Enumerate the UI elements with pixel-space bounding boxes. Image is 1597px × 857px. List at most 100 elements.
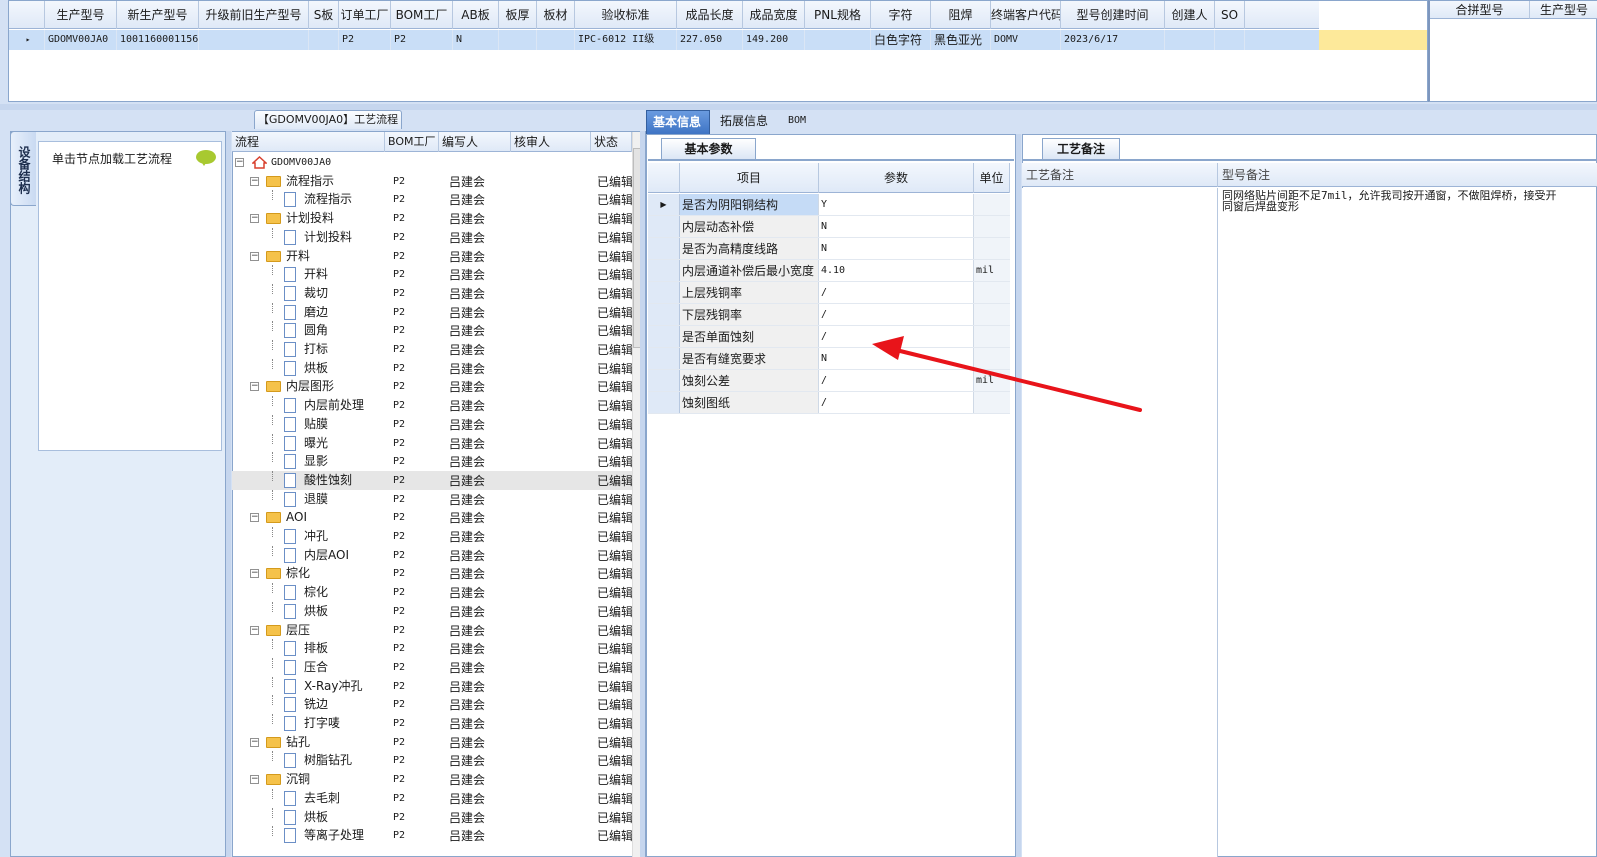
process-remarks-cell[interactable]	[1022, 188, 1218, 857]
flow-tree-node[interactable]: − 沉铜	[232, 770, 385, 789]
top-cell-0[interactable]: ▸	[9, 30, 45, 50]
top-cell-2[interactable]: 10011600011565	[117, 30, 199, 50]
param-value-cell[interactable]: N	[819, 348, 974, 369]
flow-tree-node[interactable]: 圆角	[232, 321, 385, 340]
col-header-model-remarks[interactable]: 型号备注	[1218, 163, 1597, 187]
flow-tree-row[interactable]: 去毛刺 P2 吕建会 已编辑	[232, 788, 632, 808]
flow-tree-row[interactable]: 退膜 P2 吕建会 已编辑	[232, 489, 632, 509]
param-row[interactable]: 下层残铜率 /	[648, 304, 1010, 326]
top-col-header-12[interactable]: 成品宽度	[743, 1, 805, 29]
flow-tree-row[interactable]: 磨边 P2 吕建会 已编辑	[232, 302, 632, 322]
collapse-toggle-icon[interactable]: −	[250, 737, 259, 747]
param-row[interactable]: 是否单面蚀刻 /	[648, 326, 1010, 348]
param-value-cell[interactable]: 4.10	[819, 260, 974, 281]
flow-tree-row[interactable]: 铣边 P2 吕建会 已编辑	[232, 695, 632, 714]
flow-tree-row[interactable]: 贴膜 P2 吕建会 已编辑	[232, 414, 632, 434]
flow-tree-row[interactable]: 排板 P2 吕建会 已编辑	[232, 639, 632, 658]
param-value-cell[interactable]: /	[819, 326, 974, 347]
collapse-toggle-icon[interactable]: −	[250, 176, 259, 186]
top-col-header-13[interactable]: PNL规格	[805, 1, 871, 29]
flow-tree-node[interactable]: 显影	[232, 452, 385, 471]
param-value-cell[interactable]: /	[819, 304, 974, 325]
top-cell-7[interactable]: N	[453, 30, 499, 50]
flow-tree-node[interactable]: 内层前处理	[232, 396, 385, 415]
tab-basic-params[interactable]: 基本参数	[661, 138, 756, 159]
tab-extended-info[interactable]: 拓展信息	[714, 110, 780, 134]
flow-tree-row[interactable]: − 钻孔 P2 吕建会 已编辑	[232, 733, 632, 752]
flow-tree-row[interactable]: 圆角 P2 吕建会 已编辑	[232, 321, 632, 340]
col-header-bom-factory[interactable]: BOM工厂	[385, 132, 439, 152]
flow-tree-row[interactable]: 烘板 P2 吕建会 已编辑	[232, 807, 632, 827]
param-row[interactable]: 蚀刻图纸 /	[648, 392, 1010, 414]
flow-tree-node[interactable]: 退膜	[232, 489, 385, 509]
flow-tree-row[interactable]: 酸性蚀刻 P2 吕建会 已编辑	[232, 470, 632, 490]
flow-tree-node[interactable]: − 开料	[232, 247, 385, 266]
flow-tree-row[interactable]: 内层AOI P2 吕建会 已编辑	[232, 545, 632, 565]
flow-tree-row[interactable]: − 开料 P2 吕建会 已编辑	[232, 247, 632, 266]
row-indicator[interactable]	[648, 370, 680, 391]
param-value-cell[interactable]: /	[819, 282, 974, 303]
flow-tree-node[interactable]: − GDOMV00JA0	[232, 153, 385, 172]
col-header-flow[interactable]: 流程	[232, 132, 385, 152]
flow-tree-node[interactable]: 树脂钻孔	[232, 751, 385, 770]
col-header-item[interactable]: 项目	[680, 163, 819, 193]
flow-tree-node[interactable]: 烘板	[232, 601, 385, 621]
row-indicator[interactable]	[648, 304, 680, 325]
row-indicator[interactable]	[648, 348, 680, 369]
flow-tree-row[interactable]: 烘板 P2 吕建会 已编辑	[232, 601, 632, 621]
flow-tree-row[interactable]: 曝光 P2 吕建会 已编辑	[232, 433, 632, 453]
collapse-toggle-icon[interactable]: −	[250, 251, 259, 261]
tab-basic-info[interactable]: 基本信息	[646, 110, 710, 134]
flow-tree-node[interactable]: 流程指示	[232, 190, 385, 209]
param-row[interactable]: 是否为高精度线路 N	[648, 238, 1010, 260]
top-cell-15[interactable]: 黑色亚光	[931, 30, 991, 50]
flow-tree-row[interactable]: 开料 P2 吕建会 已编辑	[232, 265, 632, 284]
top-col-header-19[interactable]: SO	[1215, 1, 1245, 29]
top-col-header-8[interactable]: 板厚	[499, 1, 537, 29]
top-cell-11[interactable]: 227.050	[677, 30, 743, 50]
model-remarks-text[interactable]: 同网络贴片间距不足7mil，允许我司按开通窗，不做阻焊桥，接受开 同窗后焊盘变形	[1222, 190, 1597, 212]
flow-tree-node[interactable]: 酸性蚀刻	[232, 470, 385, 490]
top-cell-17[interactable]: 2023/6/17	[1061, 30, 1165, 50]
flow-tree-node[interactable]: − 钻孔	[232, 733, 385, 752]
flow-tree-row[interactable]: 冲孔 P2 吕建会 已编辑	[232, 527, 632, 546]
top-col-header-16[interactable]: 终端客户代码	[991, 1, 1061, 29]
param-value-cell[interactable]: N	[819, 238, 974, 259]
col-header-production-model[interactable]: 生产型号	[1530, 1, 1597, 19]
collapse-toggle-icon[interactable]: −	[250, 569, 259, 579]
flow-tree-node[interactable]: − 内层图形	[232, 377, 385, 396]
flow-tree-node[interactable]: − 流程指示	[232, 172, 385, 191]
col-header-writer[interactable]: 编写人	[439, 132, 511, 152]
top-col-header-6[interactable]: BOM工厂	[391, 1, 453, 29]
top-cell-19[interactable]	[1215, 30, 1245, 50]
flow-tree-node[interactable]: 开料	[232, 265, 385, 284]
top-col-header-1[interactable]: 生产型号	[45, 1, 117, 29]
right-splitter[interactable]	[1016, 134, 1021, 857]
top-cell-12[interactable]: 149.200	[743, 30, 805, 50]
flow-tree-node[interactable]: 烘板	[232, 807, 385, 827]
flow-tree-node[interactable]: X-Ray冲孔	[232, 676, 385, 696]
col-header-unit[interactable]: 单位	[974, 163, 1010, 193]
top-col-header-3[interactable]: 升级前旧生产型号	[199, 1, 309, 29]
top-cell-5[interactable]: P2	[339, 30, 391, 50]
flow-tree-node[interactable]: 冲孔	[232, 527, 385, 546]
flow-tree-node[interactable]: 烘板	[232, 358, 385, 378]
top-col-header-2[interactable]: 新生产型号	[117, 1, 199, 29]
param-row[interactable]: 上层残铜率 /	[648, 282, 1010, 304]
collapse-toggle-icon[interactable]: −	[235, 158, 244, 167]
top-cell-14[interactable]: 白色字符	[871, 30, 931, 50]
top-cell-16[interactable]: DOMV	[991, 30, 1061, 50]
flow-tree-node[interactable]: 排板	[232, 639, 385, 658]
top-col-header-15[interactable]: 阻焊	[931, 1, 991, 29]
flow-tree-node[interactable]: 计划投料	[232, 227, 385, 247]
flow-tree-row[interactable]: − 层压 P2 吕建会 已编辑	[232, 621, 632, 640]
col-header-process-remarks[interactable]: 工艺备注	[1022, 163, 1218, 187]
flow-tree-row[interactable]: 等离子处理 P2 吕建会 已编辑	[232, 826, 632, 845]
grid-data-row[interactable]: ▸ GDOMV00JA0 10011600011565 P2 P2 N IPC-6012 I…	[9, 30, 1319, 50]
collapse-toggle-icon[interactable]: −	[250, 214, 259, 224]
top-cell-9[interactable]	[537, 30, 575, 50]
top-col-header-10[interactable]: 验收标准	[575, 1, 677, 29]
flow-tree-row[interactable]: − 计划投料 P2 吕建会 已编辑	[232, 209, 632, 228]
flow-tree-node[interactable]: − 层压	[232, 621, 385, 640]
collapse-toggle-icon[interactable]: −	[250, 513, 259, 523]
